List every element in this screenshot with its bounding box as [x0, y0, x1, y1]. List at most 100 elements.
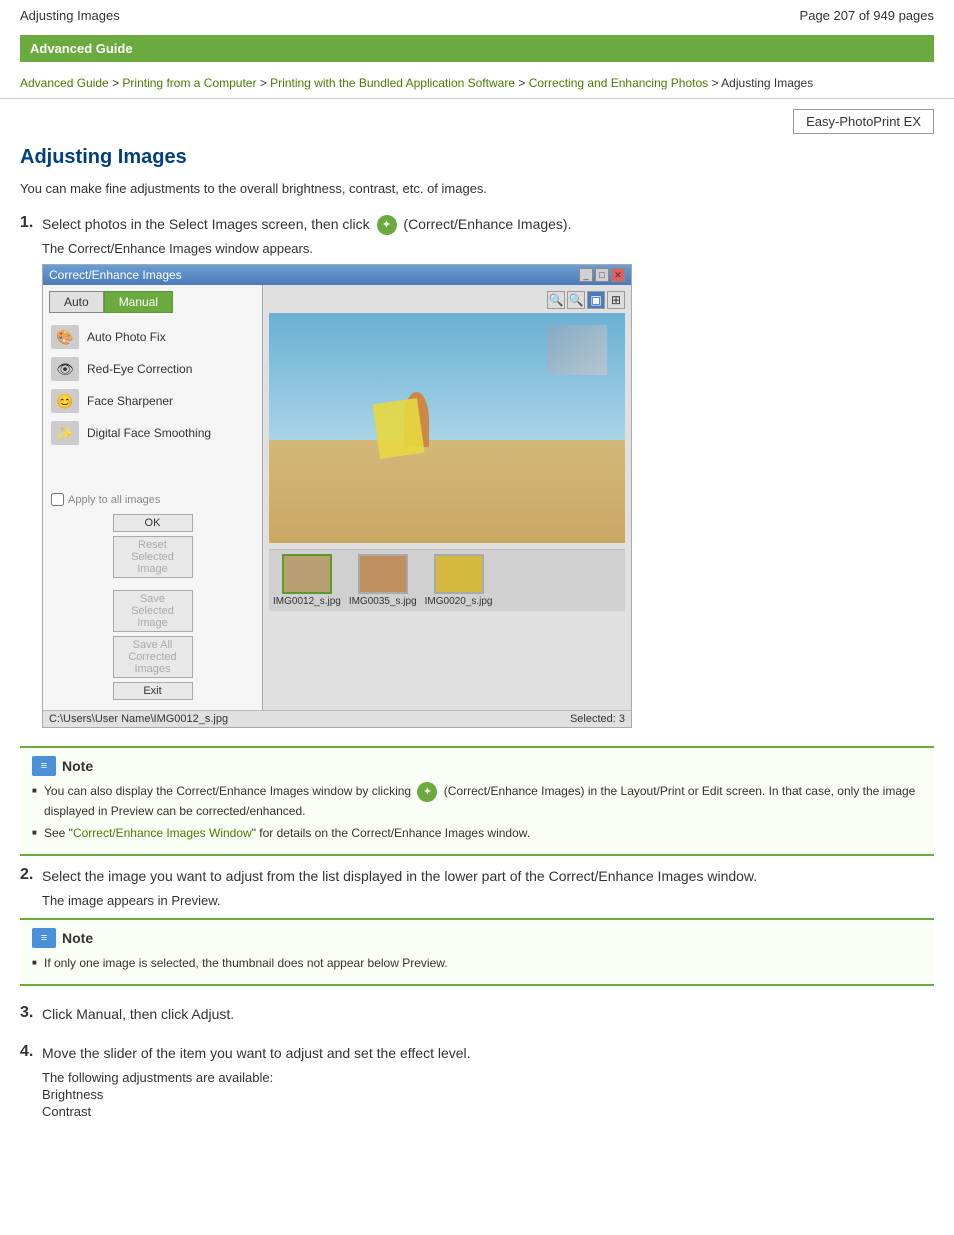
- thumbnail-1[interactable]: IMG0012_s.jpg: [273, 554, 341, 607]
- window-close-btn[interactable]: ✕: [611, 268, 625, 282]
- step-3-number: 3.: [20, 1004, 42, 1022]
- note-list-2: If only one image is selected, the thumb…: [32, 954, 922, 972]
- step-2-text: Select the image you want to adjust from…: [42, 866, 757, 887]
- dialog-thumbnails: IMG0012_s.jpg IMG0035_s.jpg IMG0020_s.jp…: [269, 549, 625, 611]
- tool-face-sharpener[interactable]: 😊 Face Sharpener: [49, 385, 256, 417]
- window-minimize-btn[interactable]: _: [579, 268, 593, 282]
- breadcrumb-bundled-software[interactable]: Printing with the Bundled Application So…: [270, 76, 515, 90]
- tab-auto[interactable]: Auto: [49, 291, 104, 313]
- step-2-subtext: The image appears in Preview.: [42, 893, 934, 908]
- note-icon-1: ≡: [32, 756, 56, 776]
- window-controls: _ □ ✕: [579, 268, 625, 282]
- thumb-label-1: IMG0012_s.jpg: [273, 596, 341, 607]
- note-item-2-1: If only one image is selected, the thumb…: [32, 954, 922, 972]
- step-4-header: 4. Move the slider of the item you want …: [20, 1043, 934, 1064]
- page-header: Adjusting Images Page 207 of 949 pages: [0, 0, 954, 27]
- adjustments-label: The following adjustments are available:: [42, 1070, 934, 1085]
- product-badge: Easy-PhotoPrint EX: [793, 109, 934, 134]
- adjustment-contrast: Contrast: [42, 1104, 934, 1119]
- window-restore-btn[interactable]: □: [595, 268, 609, 282]
- breadcrumb-correcting[interactable]: Correcting and Enhancing Photos: [529, 76, 708, 90]
- red-eye-icon: 👁: [51, 357, 79, 381]
- zoom-out-btn[interactable]: 🔍: [547, 291, 565, 309]
- breadcrumb-current: Adjusting Images: [721, 76, 813, 90]
- tool-face-smoothing[interactable]: ✨ Digital Face Smoothing: [49, 417, 256, 449]
- tool-red-eye[interactable]: 👁 Red-Eye Correction: [49, 353, 256, 385]
- zoom-in-btn[interactable]: 🔍: [567, 291, 585, 309]
- dialog-left-panel: Auto Manual 🎨 Auto Photo Fix 👁 Red-Eye C…: [43, 285, 263, 710]
- step-1: 1. Select photos in the Select Images sc…: [20, 214, 934, 728]
- note-icon-2: ≡: [32, 928, 56, 948]
- step-1-number: 1.: [20, 214, 42, 232]
- note-box-1: ≡ Note You can also display the Correct/…: [20, 746, 934, 856]
- breadcrumb-printing-from[interactable]: Printing from a Computer: [122, 76, 256, 90]
- apply-all-label: Apply to all images: [68, 494, 160, 506]
- note-icon-inline: ✦: [417, 782, 437, 802]
- thumbnail-3[interactable]: IMG0020_s.jpg: [425, 554, 493, 607]
- dialog-statusbar: C:\Users\User Name\IMG0012_s.jpg Selecte…: [43, 710, 631, 727]
- intro-text: You can make fine adjustments to the ove…: [20, 181, 934, 196]
- preview-object: [372, 398, 424, 459]
- statusbar-path: C:\Users\User Name\IMG0012_s.jpg: [49, 713, 228, 725]
- save-all-button[interactable]: Save All Corrected Images: [113, 636, 193, 678]
- face-sharpener-icon: 😊: [51, 389, 79, 413]
- banner-text: Advanced Guide: [30, 41, 133, 56]
- apply-all-checkbox[interactable]: [51, 493, 64, 506]
- dialog-titlebar: Correct/Enhance Images _ □ ✕: [43, 265, 631, 285]
- breadcrumb: Advanced Guide > Printing from a Compute…: [0, 70, 954, 99]
- tool-face-sharpener-label: Face Sharpener: [87, 394, 173, 408]
- apply-all-checkbox-area[interactable]: Apply to all images: [49, 489, 256, 510]
- thumbnail-2[interactable]: IMG0035_s.jpg: [349, 554, 417, 607]
- step-3-text: Click Manual, then click Adjust.: [42, 1004, 234, 1025]
- thumb-img-2: [358, 554, 408, 594]
- step-3-header: 3. Click Manual, then click Adjust.: [20, 1004, 934, 1025]
- fit-btn[interactable]: ▣: [587, 291, 605, 309]
- actual-size-btn[interactable]: ⊞: [607, 291, 625, 309]
- reset-button[interactable]: Reset Selected Image: [113, 536, 193, 578]
- ok-button[interactable]: OK: [113, 514, 193, 532]
- page-title: Adjusting Images: [20, 146, 934, 169]
- step-2: 2. Select the image you want to adjust f…: [20, 866, 934, 986]
- main-content: Adjusting Images You can make fine adjus…: [0, 140, 954, 1157]
- note-list-1: You can also display the Correct/Enhance…: [32, 782, 922, 842]
- step-1-text: Select photos in the Select Images scree…: [42, 214, 571, 235]
- exit-button[interactable]: Exit: [113, 682, 193, 700]
- image-preview: [269, 313, 625, 543]
- preview-sand: [269, 440, 625, 544]
- thumb-label-2: IMG0035_s.jpg: [349, 596, 417, 607]
- tool-auto-photo-fix[interactable]: 🎨 Auto Photo Fix: [49, 321, 256, 353]
- zoom-controls: 🔍 🔍 ▣ ⊞: [269, 291, 625, 309]
- note-label-1: Note: [62, 758, 93, 774]
- tool-red-eye-label: Red-Eye Correction: [87, 362, 192, 376]
- tool-face-smoothing-label: Digital Face Smoothing: [87, 426, 211, 440]
- statusbar-selected: Selected: 3: [570, 713, 625, 725]
- advanced-guide-banner: Advanced Guide: [20, 35, 934, 62]
- dialog-title: Correct/Enhance Images: [49, 268, 182, 282]
- note-header-2: ≡ Note: [32, 928, 922, 948]
- correct-enhance-dialog: Correct/Enhance Images _ □ ✕ Auto Manual…: [42, 264, 632, 728]
- dialog-right-panel: 🔍 🔍 ▣ ⊞: [263, 285, 631, 710]
- step-1-header: 1. Select photos in the Select Images sc…: [20, 214, 934, 235]
- face-smoothing-icon: ✨: [51, 421, 79, 445]
- thumb-label-3: IMG0020_s.jpg: [425, 596, 493, 607]
- note-header-1: ≡ Note: [32, 756, 922, 776]
- save-selected-button[interactable]: Save Selected Image: [113, 590, 193, 632]
- dialog-tabs: Auto Manual: [49, 291, 256, 313]
- thumb-img-3: [434, 554, 484, 594]
- note-item-1-2: See "Correct/Enhance Images Window" for …: [32, 824, 922, 842]
- step-4-text: Move the slider of the item you want to …: [42, 1043, 471, 1064]
- dialog-body: Auto Manual 🎨 Auto Photo Fix 👁 Red-Eye C…: [43, 285, 631, 710]
- pagination: Page 207 of 949 pages: [800, 8, 934, 23]
- step-2-header: 2. Select the image you want to adjust f…: [20, 866, 934, 887]
- step-3: 3. Click Manual, then click Adjust.: [20, 1004, 934, 1025]
- tab-manual[interactable]: Manual: [104, 291, 173, 313]
- note-item-1-1: You can also display the Correct/Enhance…: [32, 782, 922, 820]
- step-1-subtext: The Correct/Enhance Images window appear…: [42, 241, 934, 256]
- breadcrumb-advanced-guide[interactable]: Advanced Guide: [20, 76, 109, 90]
- correct-enhance-link[interactable]: Correct/Enhance Images Window: [73, 826, 252, 840]
- tool-auto-photo-fix-label: Auto Photo Fix: [87, 330, 166, 344]
- thumb-img-1: [282, 554, 332, 594]
- preview-buildings: [547, 325, 607, 375]
- auto-photo-fix-icon: 🎨: [51, 325, 79, 349]
- correct-enhance-icon: ✦: [377, 215, 397, 235]
